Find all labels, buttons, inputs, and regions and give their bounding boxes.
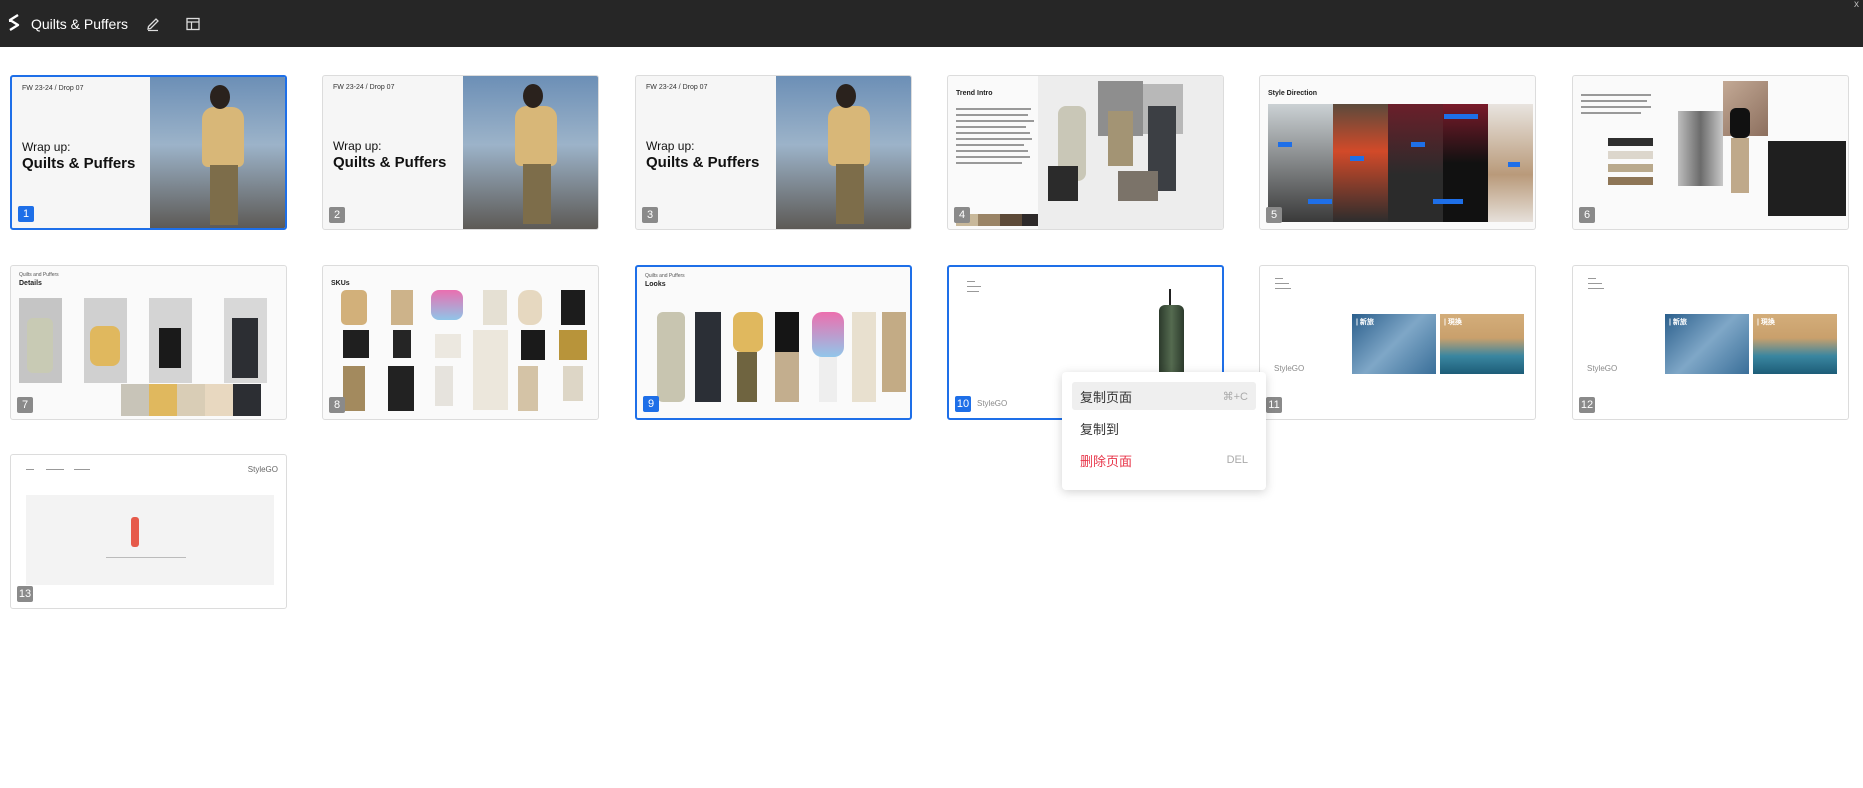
cover-photo	[150, 77, 285, 228]
layout-icon[interactable]	[184, 15, 202, 33]
brand-watermark: StyleGO	[1587, 364, 1618, 373]
app-logo-icon	[8, 13, 20, 31]
slide-number: 7	[17, 397, 33, 413]
slide-thumbnail[interactable]: | 新旅 | 現換 StyleGO 12	[1572, 265, 1849, 420]
deck-title[interactable]: Quilts & Puffers	[31, 16, 128, 32]
copy-to-menu-item[interactable]: 复制到	[1072, 414, 1256, 442]
slide-number: 10	[955, 396, 971, 412]
brand-watermark: StyleGO	[977, 399, 1008, 408]
slide-number: 8	[329, 397, 345, 413]
slide-number: 2	[329, 207, 345, 223]
context-menu: 复制页面 ⌘+C 复制到 删除页面 DEL	[1062, 372, 1266, 490]
brand-watermark: StyleGO	[247, 465, 278, 474]
slide-thumbnail[interactable]: FW 23-24 / Drop 07 Wrap up: Quilts & Puf…	[10, 75, 287, 230]
slide-number: 13	[17, 586, 33, 602]
ad-tag: | 新旅	[1669, 319, 1687, 326]
slide-number: 12	[1579, 397, 1595, 413]
ad-tag: | 現換	[1444, 319, 1462, 326]
slide-thumbnail[interactable]: StyleGO 13	[10, 454, 287, 609]
shortcut-label: DEL	[1226, 454, 1248, 466]
slide-thumbnail[interactable]: FW 23-24 / Drop 07 Wrap up: Quilts & Puf…	[322, 75, 599, 230]
slide-number: 5	[1266, 207, 1282, 223]
ad-tag: | 現換	[1757, 319, 1775, 326]
cover-photo	[776, 76, 911, 229]
slide-thumbnail[interactable]: FW 23-24 / Drop 07 Wrap up: Quilts & Puf…	[635, 75, 912, 230]
slide-thumbnail[interactable]: SKUs 8	[322, 265, 599, 420]
slide-number: 3	[642, 207, 658, 223]
slide-number: 4	[954, 207, 970, 223]
slide-number: 1	[18, 206, 34, 222]
slide-thumbnail[interactable]: 6	[1572, 75, 1849, 230]
slide-thumbnail[interactable]: Quilts and Puffers Looks 9	[635, 265, 912, 420]
top-bar: Quilts & Puffers x	[0, 0, 1863, 47]
slide-header: FW 23-24 / Drop 07	[22, 85, 84, 92]
slide-cover-title: Wrap up: Quilts & Puffers	[646, 139, 760, 171]
slide-header: Trend Intro	[956, 90, 993, 97]
slide-thumbnail[interactable]: Trend Intro 4	[947, 75, 1224, 230]
shortcut-label: ⌘+C	[1222, 390, 1248, 403]
slide-header: Details	[19, 280, 42, 287]
slide-header: Style Direction	[1268, 90, 1318, 97]
slide-header: FW 23-24 / Drop 07	[333, 84, 395, 91]
slide-thumbnail[interactable]: | 新旅 | 現換 StyleGO 11	[1259, 265, 1536, 420]
delete-page-menu-item[interactable]: 删除页面 DEL	[1072, 446, 1256, 474]
copy-page-menu-item[interactable]: 复制页面 ⌘+C	[1072, 382, 1256, 410]
brand-watermark: StyleGO	[1274, 364, 1305, 373]
slide-thumbnail[interactable]: Style Direction 5	[1259, 75, 1536, 230]
pencil-icon[interactable]	[144, 15, 162, 33]
slide-thumbnail[interactable]: Quilts and Puffers Details 7	[10, 265, 287, 420]
slide-header: SKUs	[331, 280, 350, 287]
slide-header: Looks	[645, 281, 666, 288]
cover-photo	[463, 76, 598, 229]
ad-tag: | 新旅	[1356, 319, 1374, 326]
slide-cover-title: Wrap up: Quilts & Puffers	[22, 140, 136, 172]
slide-cover-title: Wrap up: Quilts & Puffers	[333, 139, 447, 171]
slide-number: 6	[1579, 207, 1595, 223]
slide-number: 9	[643, 396, 659, 412]
close-icon[interactable]: x	[1854, 0, 1859, 10]
slide-number: 11	[1266, 397, 1282, 413]
slide-header: FW 23-24 / Drop 07	[646, 84, 708, 91]
